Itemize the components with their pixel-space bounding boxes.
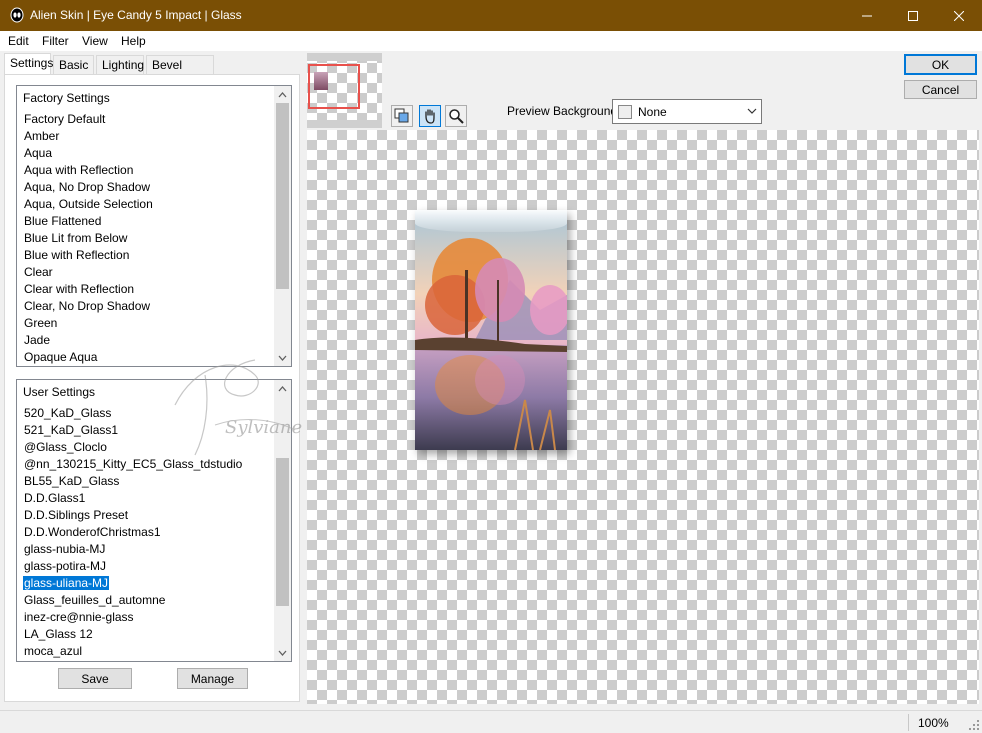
signature-watermark: Sylviane xyxy=(174,359,302,456)
tab-basic[interactable]: Basic xyxy=(53,55,94,74)
zoom-tool[interactable] xyxy=(445,105,467,127)
list-item[interactable]: Aqua, Outside Selection xyxy=(23,197,154,211)
list-item[interactable]: inez-cre@nnie-glass xyxy=(23,610,135,624)
chevron-down-icon xyxy=(278,650,287,656)
status-bar: 100% xyxy=(0,710,982,733)
maximize-button[interactable] xyxy=(890,0,936,31)
factory-scrollbar[interactable] xyxy=(274,86,291,366)
close-button[interactable] xyxy=(936,0,982,31)
save-button[interactable]: Save xyxy=(58,668,132,689)
tab-lighting[interactable]: Lighting xyxy=(96,55,144,74)
list-item[interactable]: Green xyxy=(23,316,58,330)
cancel-button[interactable]: Cancel xyxy=(904,80,977,99)
menu-view[interactable]: View xyxy=(82,34,108,48)
list-item[interactable]: Clear, No Drop Shadow xyxy=(23,299,151,313)
list-item[interactable]: D.D.Glass1 xyxy=(23,491,86,505)
hand-icon xyxy=(425,109,435,124)
chevron-up-icon xyxy=(278,91,287,97)
manage-button[interactable]: Manage xyxy=(177,668,248,689)
scroll-up-arrow[interactable] xyxy=(274,86,291,103)
list-item[interactable]: glass-uliana-MJ xyxy=(23,576,110,590)
list-item[interactable]: LA_Glass 12 xyxy=(23,627,94,641)
alien-head-icon xyxy=(10,7,24,23)
close-icon xyxy=(954,10,964,21)
list-item[interactable]: glass-nubia-MJ xyxy=(23,542,106,556)
hand-tool[interactable] xyxy=(419,105,441,127)
list-item[interactable]: Aqua, No Drop Shadow xyxy=(23,180,151,194)
preview-background-label: Preview Background: xyxy=(507,104,621,118)
menu-bar: Edit Filter View Help xyxy=(0,31,982,51)
navigator-tool[interactable] xyxy=(391,105,413,127)
menu-help[interactable]: Help xyxy=(121,34,146,48)
list-item[interactable]: moca_azul xyxy=(23,644,83,658)
window-title: Alien Skin | Eye Candy 5 Impact | Glass xyxy=(30,8,242,22)
glass-highlight xyxy=(415,210,567,232)
preview-canvas[interactable] xyxy=(307,130,979,704)
list-item[interactable]: glass-potira-MJ xyxy=(23,559,107,573)
list-item[interactable]: BL55_KaD_Glass xyxy=(23,474,120,488)
scroll-thumb[interactable] xyxy=(276,103,289,289)
title-bar: Alien Skin | Eye Candy 5 Impact | Glass xyxy=(0,0,982,31)
menu-filter[interactable]: Filter xyxy=(42,34,69,48)
settings-panel: Factory Settings Factory Default Amber Aqu… xyxy=(4,74,302,702)
minimize-button[interactable] xyxy=(844,0,890,31)
list-item[interactable]: D.D.WonderofChristmas1 xyxy=(23,525,162,539)
list-item[interactable]: Aqua with Reflection xyxy=(23,163,134,177)
factory-settings-header: Factory Settings xyxy=(23,91,110,105)
navigator-icon xyxy=(394,108,409,123)
menu-edit[interactable]: Edit xyxy=(8,34,29,48)
list-item[interactable]: Blue Lit from Below xyxy=(23,231,128,245)
user-settings-header: User Settings xyxy=(23,385,96,399)
list-item[interactable]: 520_KaD_Glass xyxy=(23,406,112,420)
list-item[interactable]: Glass_feuilles_d_automne xyxy=(23,593,166,607)
svg-text:Sylviane: Sylviane xyxy=(225,417,302,438)
ok-button[interactable]: OK xyxy=(904,54,977,75)
chevron-down-icon xyxy=(747,108,757,114)
preview-background-value: None xyxy=(638,105,667,119)
tab-bevel-profile[interactable]: Bevel Profile xyxy=(146,55,214,86)
maximize-icon xyxy=(908,10,918,21)
list-item[interactable]: Clear with Reflection xyxy=(23,282,135,296)
list-item[interactable]: Amber xyxy=(23,129,60,143)
resize-grip-icon[interactable] xyxy=(969,720,979,730)
scroll-thumb[interactable] xyxy=(276,458,289,606)
minimize-icon xyxy=(862,15,872,16)
preview-image xyxy=(415,210,567,450)
scroll-down-arrow[interactable] xyxy=(274,644,291,661)
navigator-thumbnail xyxy=(314,72,328,90)
status-separator xyxy=(908,714,909,731)
list-item[interactable]: Jade xyxy=(23,333,51,347)
background-swatch xyxy=(618,105,632,119)
list-item[interactable]: Aqua xyxy=(23,146,53,160)
tab-settings[interactable]: Settings xyxy=(4,53,53,75)
landscape-painting xyxy=(415,210,567,450)
preview-background-select[interactable]: None xyxy=(612,99,762,124)
list-item[interactable]: D.D.Siblings Preset xyxy=(23,508,129,522)
list-item[interactable]: Opaque Aqua xyxy=(23,350,98,364)
list-item[interactable]: Clear xyxy=(23,265,54,279)
factory-settings-list[interactable]: Factory Settings Factory Default Amber Aqu… xyxy=(16,85,292,367)
list-item[interactable]: Factory Default xyxy=(23,112,106,126)
zoom-level: 100% xyxy=(918,716,949,730)
list-item[interactable]: Blue Flattened xyxy=(23,214,102,228)
list-item[interactable]: Blue with Reflection xyxy=(23,248,130,262)
list-item[interactable]: @Glass_Cloclo xyxy=(23,440,108,454)
list-item[interactable]: 521_KaD_Glass1 xyxy=(23,423,119,437)
zoom-icon xyxy=(449,109,464,124)
